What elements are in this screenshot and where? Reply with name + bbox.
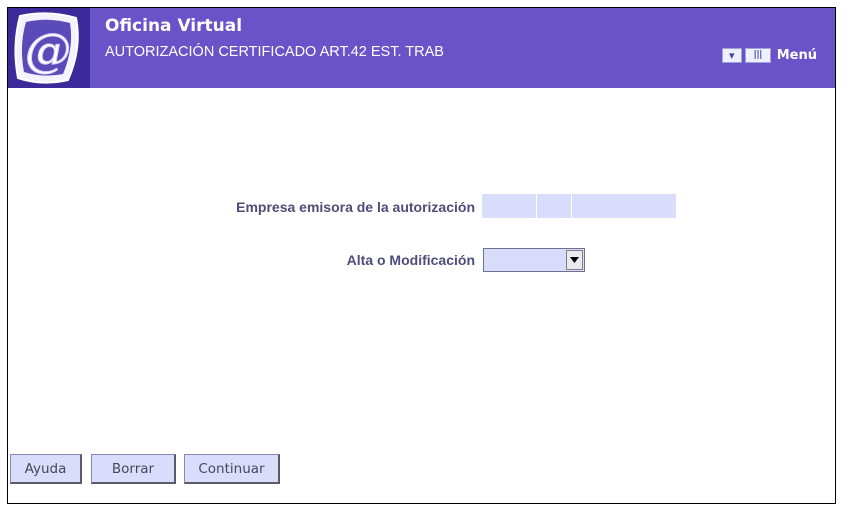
header-bar: @ Oficina Virtual AUTORIZACIÓN CERTIFICA… — [8, 8, 835, 88]
empresa-field-part-2[interactable] — [537, 194, 572, 218]
chevron-down-icon[interactable] — [566, 250, 583, 270]
empresa-label: Empresa emisora de la autorización — [236, 199, 475, 215]
page-title: AUTORIZACIÓN CERTIFICADO ART.42 EST. TRA… — [105, 44, 444, 60]
grid-icon[interactable]: ||| — [744, 48, 771, 63]
borrar-button[interactable]: Borrar — [91, 454, 176, 484]
continuar-button[interactable]: Continuar — [184, 454, 280, 484]
at-sign-logo-icon: @ — [8, 8, 90, 88]
alta-modificacion-select[interactable] — [483, 248, 585, 272]
empresa-field[interactable] — [482, 194, 676, 218]
menu-label[interactable]: Menú — [777, 48, 817, 63]
alta-label: Alta o Modificación — [346, 252, 475, 268]
menu-button[interactable]: ▾ ||| Menú — [721, 48, 817, 63]
empresa-field-part-3[interactable] — [572, 194, 676, 218]
ayuda-button[interactable]: Ayuda — [10, 454, 82, 484]
svg-text:@: @ — [25, 23, 71, 77]
arrow-down-icon[interactable]: ▾ — [721, 48, 742, 63]
app-title: Oficina Virtual — [105, 16, 243, 36]
empresa-field-part-1[interactable] — [482, 194, 537, 218]
app-frame: @ Oficina Virtual AUTORIZACIÓN CERTIFICA… — [7, 7, 836, 504]
